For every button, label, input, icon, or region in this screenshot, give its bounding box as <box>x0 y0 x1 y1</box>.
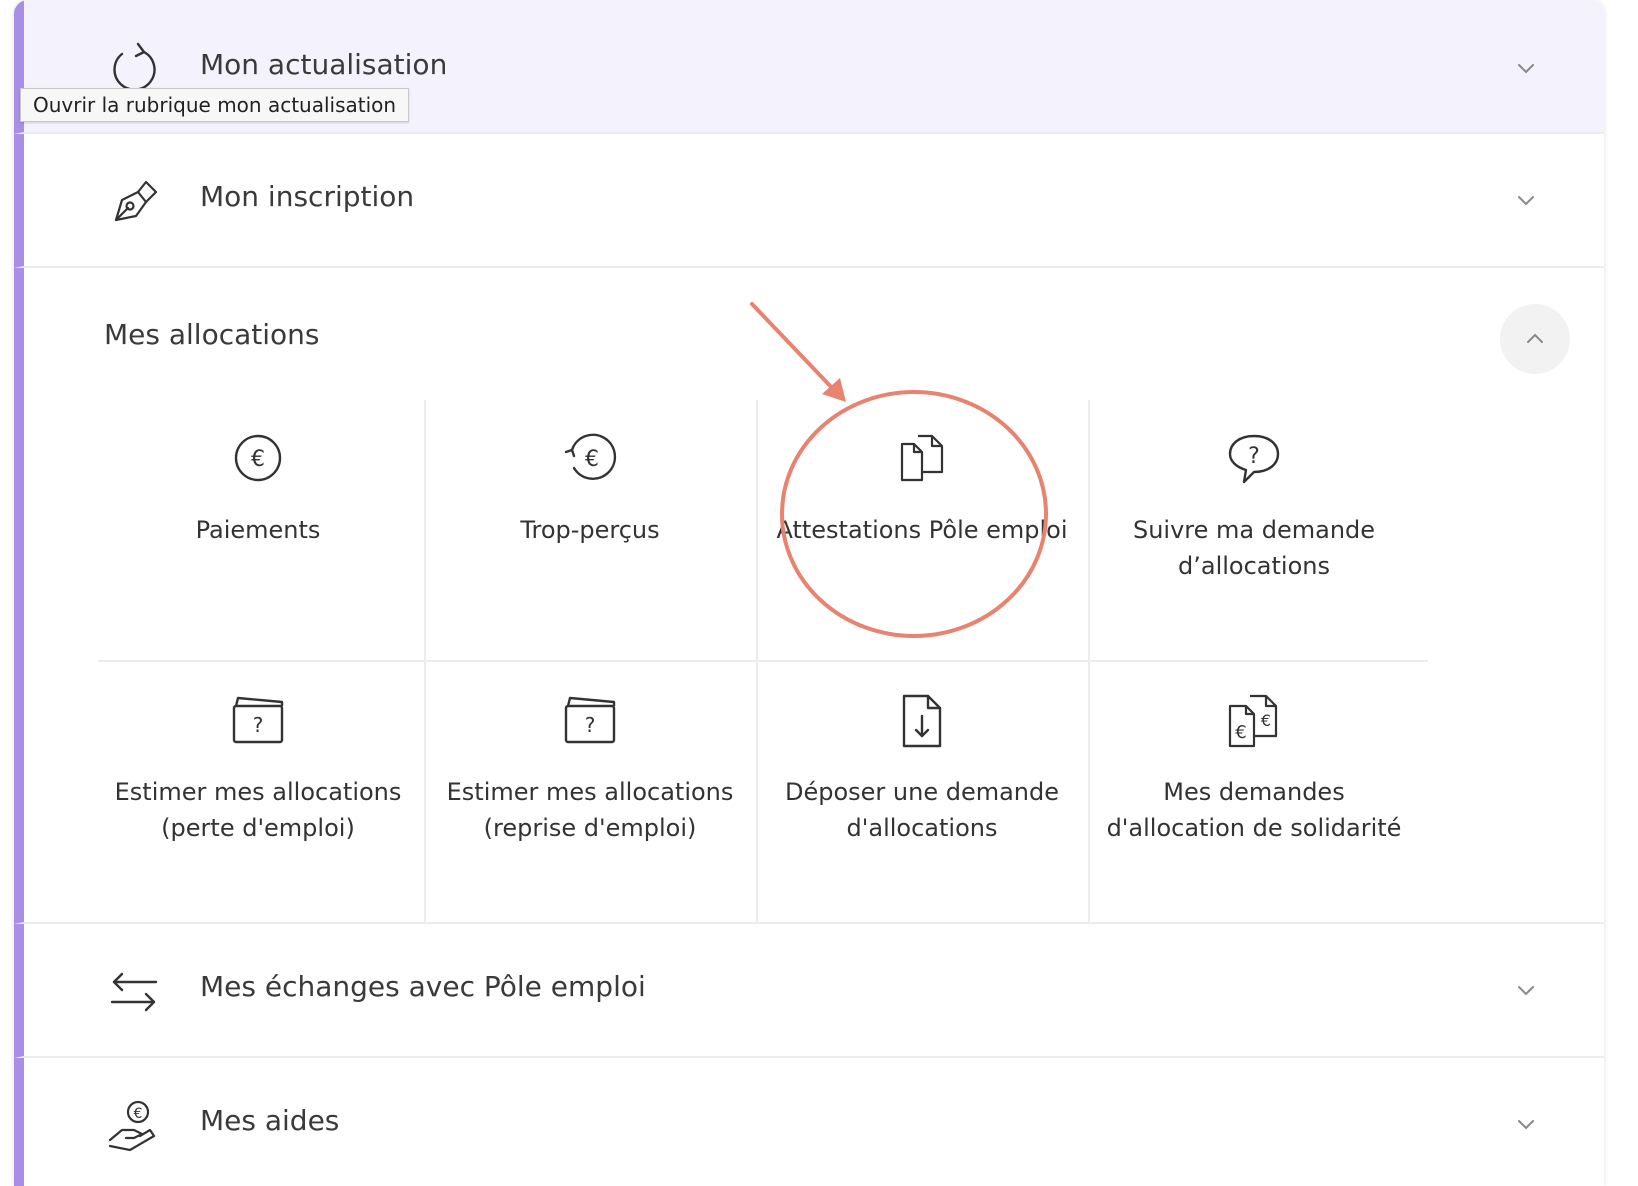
hand-euro-icon: € <box>104 1096 164 1156</box>
row-mes-echanges[interactable]: Mes échanges avec Pôle emploi <box>14 924 1604 1058</box>
svg-text:€: € <box>1261 711 1271 730</box>
row-title: Mon actualisation <box>200 48 448 81</box>
euro-documents-icon: € € <box>1224 690 1284 750</box>
tile-demandes-solidarite[interactable]: € € Mes demandes d'allocation de solidar… <box>1088 662 1420 924</box>
tile-estimer-perte[interactable]: ? Estimer mes allocations (perte d'emplo… <box>92 662 424 924</box>
tile-estimer-reprise[interactable]: ? Estimer mes allocations (reprise d'emp… <box>424 662 756 924</box>
collapse-button[interactable] <box>1500 304 1570 374</box>
tile-label: Trop-perçus <box>520 516 660 544</box>
tile-attestations[interactable]: Attestations Pôle emploi <box>756 400 1088 662</box>
svg-text:?: ? <box>253 713 264 737</box>
wallet-question-icon: ? <box>228 690 288 750</box>
tile-trop-percus[interactable]: € Trop-perçus <box>424 400 756 662</box>
row-mes-aides[interactable]: € Mes aides <box>14 1058 1604 1186</box>
document-download-icon <box>892 690 952 750</box>
exchange-arrows-icon <box>104 962 164 1022</box>
tile-paiements[interactable]: € Paiements <box>92 400 424 662</box>
tile-label: Estimer mes allocations (perte d'emploi) <box>114 778 402 842</box>
svg-text:€: € <box>251 447 265 472</box>
chevron-up-icon <box>1527 333 1543 343</box>
euro-circle-icon: € <box>228 428 288 488</box>
tile-label: Suivre ma demande d’allocations <box>1132 516 1376 580</box>
section-title: Mes allocations <box>104 318 320 351</box>
row-title: Mes échanges avec Pôle emploi <box>200 970 646 1003</box>
euro-refund-icon: € <box>560 428 620 488</box>
tile-label: Mes demandes d'allocation de solidarité <box>1106 778 1402 842</box>
svg-text:€: € <box>585 447 599 472</box>
question-bubble-icon: ? <box>1224 428 1284 488</box>
svg-text:?: ? <box>1248 444 1260 469</box>
row-title: Mon inscription <box>200 180 415 213</box>
chevron-down-icon[interactable] <box>1514 188 1538 212</box>
wallet-question-icon: ? <box>560 690 620 750</box>
tile-label: Estimer mes allocations (reprise d'emplo… <box>446 778 734 842</box>
row-mon-inscription[interactable]: Mon inscription <box>14 134 1604 268</box>
svg-text:€: € <box>1235 722 1246 743</box>
section-mes-allocations: Mes allocations € Paiements € Trop-perçu… <box>14 268 1604 924</box>
documents-icon <box>892 428 952 488</box>
tile-label: Attestations Pôle emploi <box>776 516 1068 544</box>
pen-signature-icon <box>104 172 164 232</box>
svg-text:€: € <box>134 1106 143 1122</box>
tooltip: Ouvrir la rubrique mon actualisation <box>20 88 410 122</box>
svg-text:?: ? <box>585 713 596 737</box>
tile-label: Déposer une demande d'allocations <box>784 778 1060 842</box>
tile-suivre-demande[interactable]: ? Suivre ma demande d’allocations <box>1088 400 1420 662</box>
tile-deposer-demande[interactable]: Déposer une demande d'allocations <box>756 662 1088 924</box>
chevron-down-icon[interactable] <box>1514 56 1538 80</box>
espace-personnel-menu: Mon actualisation Mon inscription Mes al… <box>14 0 1604 1186</box>
chevron-down-icon[interactable] <box>1514 1112 1538 1136</box>
row-title: Mes aides <box>200 1104 340 1137</box>
tile-label: Paiements <box>195 516 321 544</box>
chevron-down-icon[interactable] <box>1514 978 1538 1002</box>
